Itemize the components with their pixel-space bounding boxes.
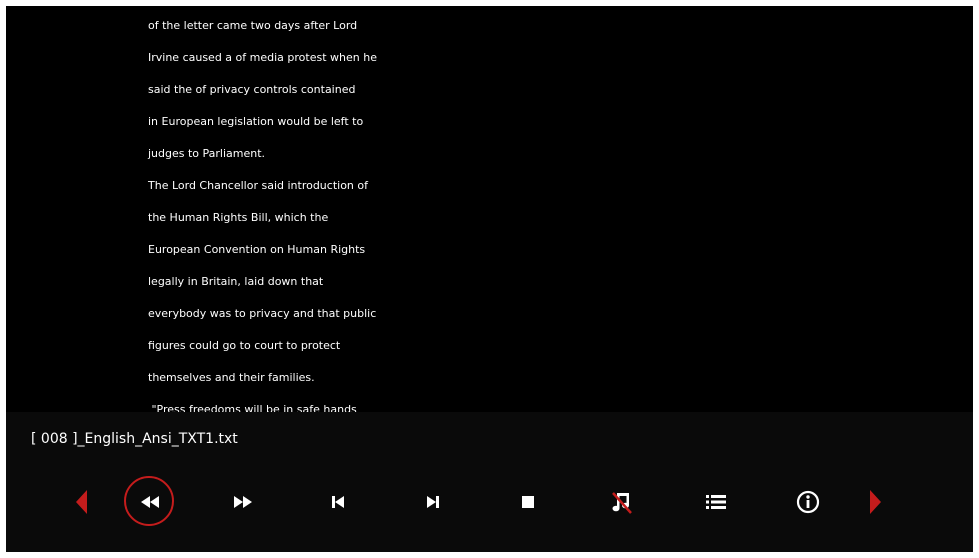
info-button[interactable] <box>782 476 834 528</box>
text-content: of the letter came two days after Lord I… <box>148 10 448 426</box>
text-line: themselves and their families. <box>148 371 315 384</box>
skip-next-button[interactable] <box>407 476 459 528</box>
fast-forward-button[interactable] <box>217 476 269 528</box>
text-viewer-screen: of the letter came two days after Lord I… <box>6 6 973 552</box>
text-line: figures could go to court to protect <box>148 339 341 352</box>
text-line: The Lord Chancellor said introduction of <box>148 179 368 192</box>
text-line: the Human Rights Bill, which the <box>148 211 329 224</box>
player-control-panel: [ 008 ]_English_Ansi_TXT1.txt <box>6 412 973 552</box>
list-icon <box>706 495 726 509</box>
stop-button[interactable] <box>502 476 554 528</box>
rewind-button[interactable] <box>124 476 176 528</box>
text-line: in European legislation would be left to <box>148 115 364 128</box>
triangle-left-icon <box>76 490 87 514</box>
playlist-button[interactable] <box>690 476 742 528</box>
text-line: European Convention on Human Rights <box>148 243 366 256</box>
background-music-button[interactable] <box>596 476 648 528</box>
text-line: legally in Britain, laid down that <box>148 275 324 288</box>
text-line: of the letter came two days after Lord <box>148 19 358 32</box>
skip-previous-button[interactable] <box>312 476 364 528</box>
next-page-button[interactable] <box>849 476 901 528</box>
stop-icon <box>522 496 534 508</box>
skip-next-icon <box>427 496 439 508</box>
previous-page-button[interactable] <box>56 476 108 528</box>
playback-controls <box>6 472 973 532</box>
info-icon <box>796 490 820 514</box>
skip-previous-icon <box>332 496 344 508</box>
fast-forward-icon <box>234 496 252 508</box>
triangle-right-icon <box>870 490 881 514</box>
file-name: [ 008 ]_English_Ansi_TXT1.txt <box>31 431 238 447</box>
text-line: said the of privacy controls contained <box>148 83 356 96</box>
text-line: judges to Parliament. <box>148 147 266 160</box>
text-line: everybody was to privacy and that public <box>148 307 377 320</box>
music-off-icon <box>612 492 632 514</box>
text-line: Irvine caused a of media protest when he <box>148 51 377 64</box>
selection-ring <box>124 476 174 526</box>
